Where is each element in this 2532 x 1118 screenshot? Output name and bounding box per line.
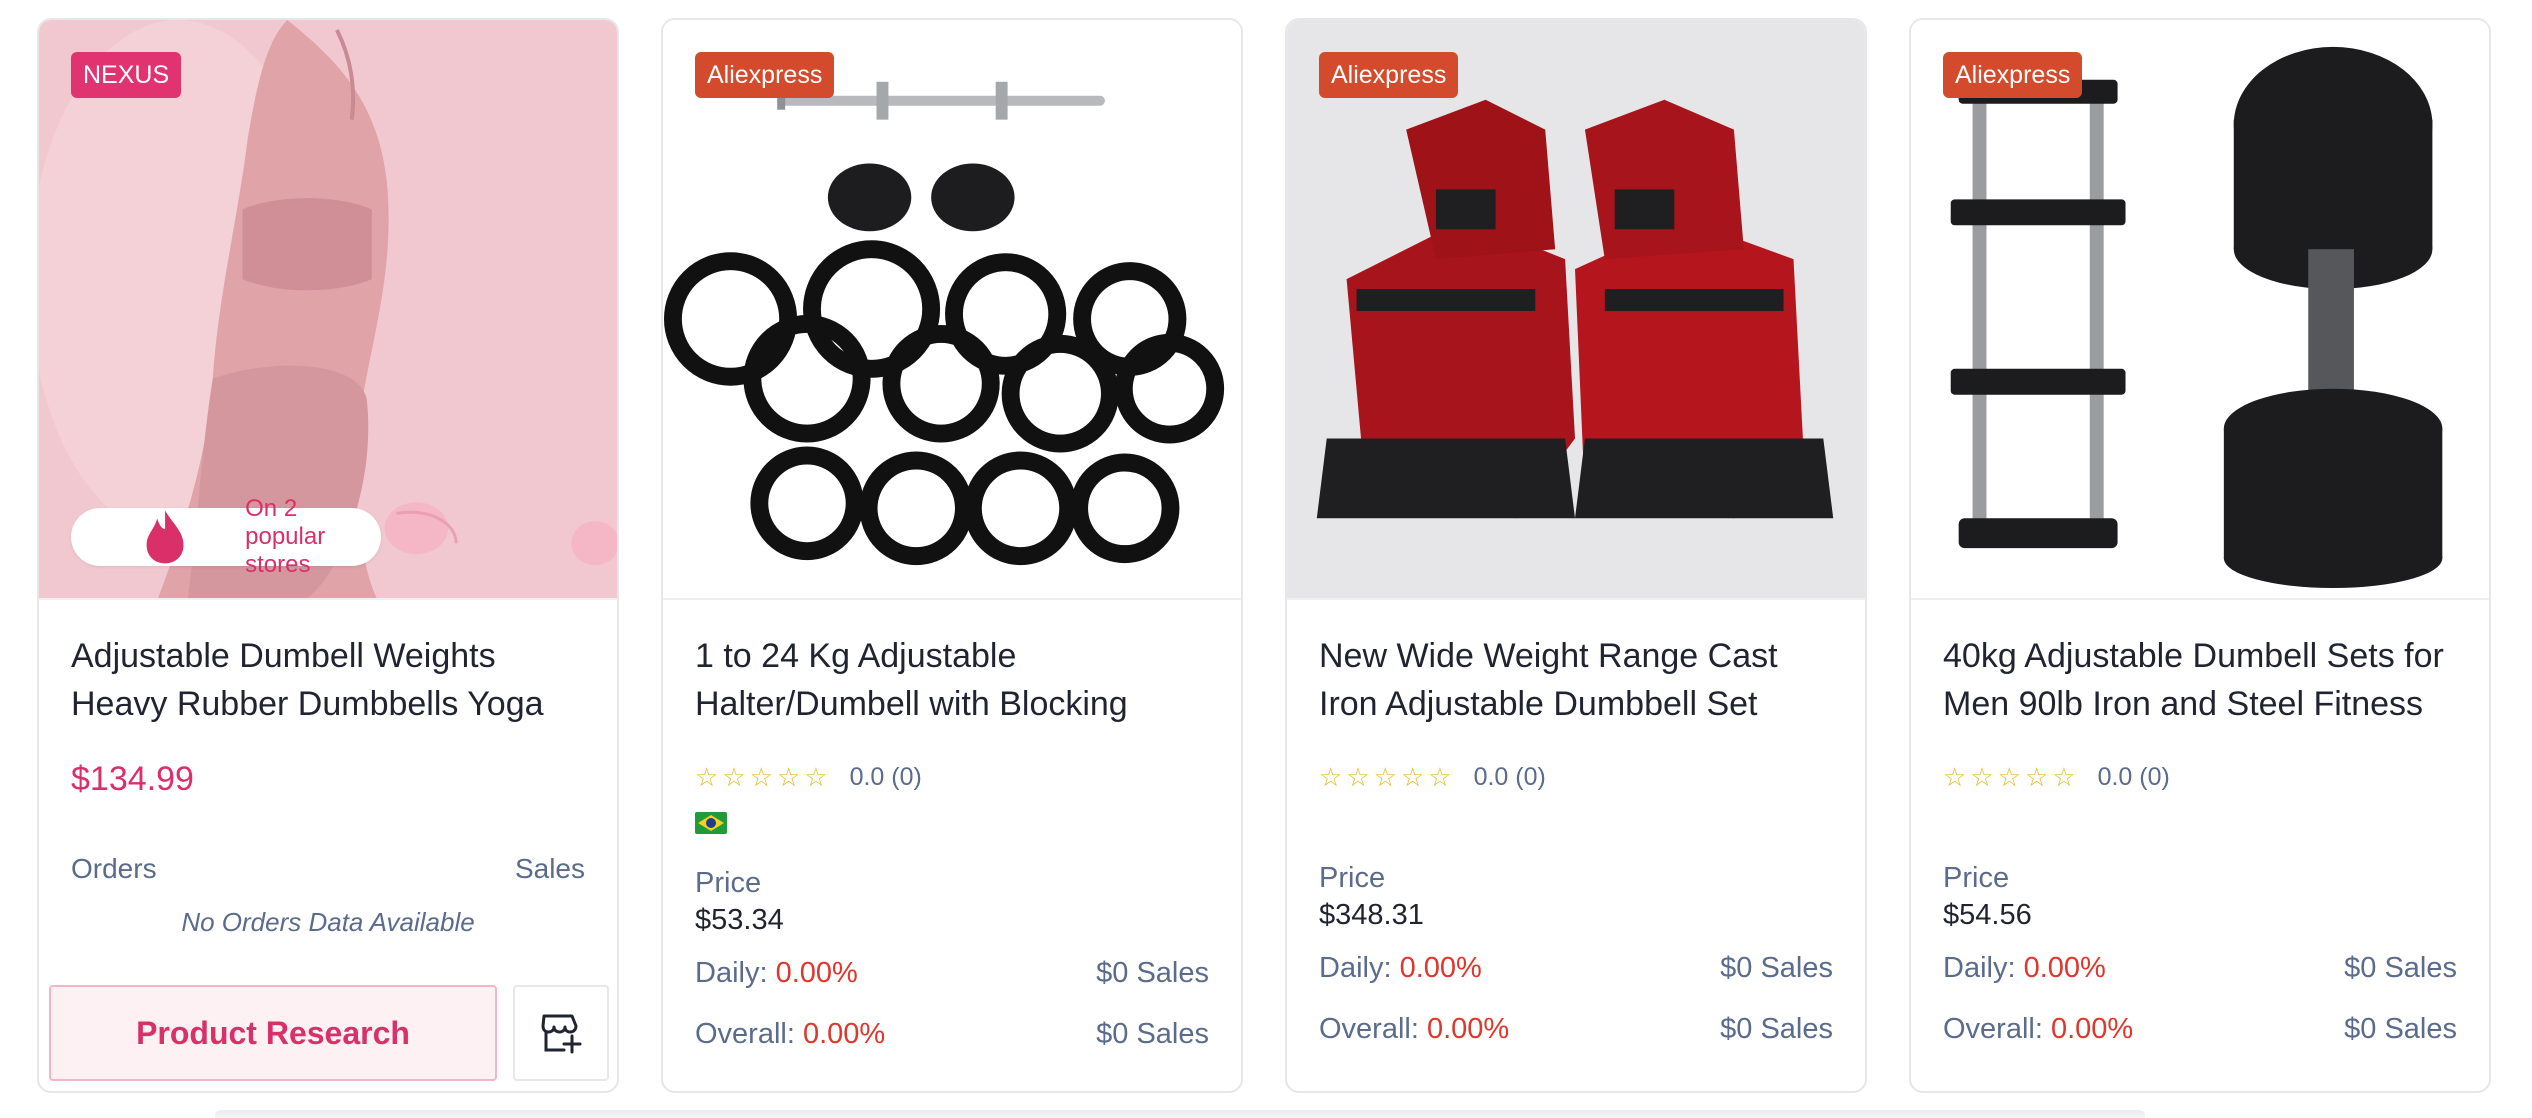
daily-sales: $0 Sales <box>1096 957 1209 989</box>
product-title[interactable]: 40kg Adjustable Dumbell Sets for Men 90l… <box>1943 632 2457 728</box>
flag-spacer <box>1319 812 1833 834</box>
daily-stats: Daily: 0.00% $0 Sales <box>1319 952 1833 985</box>
product-card[interactable]: Aliexpress 40kg Adjustable Dumbell Sets … <box>1909 18 2491 1093</box>
star-empty-icon: ☆ <box>695 762 719 792</box>
star-empty-icon: ☆ <box>1319 762 1343 792</box>
product-title[interactable]: 1 to 24 Kg Adjustable Halter/Dumbell wit… <box>695 632 1209 728</box>
product-grid: NEXUS On 2 popular stores Adjustable Dum… <box>37 18 2491 1093</box>
rating-value: 0.0 (0) <box>1473 762 1546 791</box>
rating-value: 0.0 (0) <box>849 762 922 791</box>
brazil-flag-icon <box>695 812 727 834</box>
product-card[interactable]: Aliexpress New Wide Weight Range Cast Ir… <box>1285 18 1867 1093</box>
product-image[interactable]: Aliexpress <box>1911 20 2489 600</box>
rating-value: 0.0 (0) <box>2097 762 2170 791</box>
product-card[interactable]: Aliexpress 1 to 24 Kg Adjustable Halter/… <box>661 18 1243 1093</box>
product-price: $134.99 <box>71 760 194 798</box>
daily-percent: 0.00% <box>2023 952 2106 984</box>
star-empty-icon: ☆ <box>749 762 773 792</box>
star-empty-icon: ☆ <box>1400 762 1425 792</box>
product-price: $53.34 <box>695 904 784 936</box>
price-label: Price <box>1319 862 1386 894</box>
rating-row: ☆ ☆ ☆ ☆ ☆ 0.0 (0) <box>1319 762 1833 792</box>
daily-sales: $0 Sales <box>2344 952 2457 984</box>
add-to-store-button[interactable] <box>513 985 609 1081</box>
star-empty-icon: ☆ <box>1346 762 1370 792</box>
overall-stats: Overall: 0.00% $0 Sales <box>1943 1013 2457 1046</box>
orders-label: Orders <box>71 853 157 884</box>
star-rating: ☆ ☆ ☆ ☆ ☆ <box>1943 764 2076 790</box>
orders-header: Orders Sales <box>71 853 585 885</box>
star-empty-icon: ☆ <box>2052 762 2076 792</box>
star-empty-icon: ☆ <box>1428 762 1452 792</box>
daily-label: Daily: <box>1943 952 2016 984</box>
popular-stores-pill[interactable]: On 2 popular stores <box>71 495 382 578</box>
star-empty-icon: ☆ <box>2024 762 2049 792</box>
scroll-shadow <box>215 1110 2145 1118</box>
price-label: Price <box>1943 862 2010 894</box>
store-add-icon <box>541 1014 582 1054</box>
star-empty-icon: ☆ <box>1373 762 1397 792</box>
star-rating: ☆ ☆ ☆ ☆ ☆ <box>695 764 828 790</box>
sales-label: Sales <box>514 853 585 884</box>
source-badge: Aliexpress <box>695 52 835 98</box>
overall-percent: 0.00% <box>802 1018 886 1050</box>
source-badge: Aliexpress <box>1319 52 1459 98</box>
star-rating: ☆ ☆ ☆ ☆ ☆ <box>1319 764 1452 790</box>
product-image[interactable]: Aliexpress <box>663 20 1241 600</box>
overall-stats: Overall: 0.00% $0 Sales <box>695 1018 1209 1051</box>
daily-sales: $0 Sales <box>1720 952 1833 984</box>
daily-percent: 0.00% <box>775 957 858 989</box>
product-research-button[interactable]: Product Research <box>49 985 497 1081</box>
product-title[interactable]: New Wide Weight Range Cast Iron Adjustab… <box>1319 632 1833 728</box>
star-empty-icon: ☆ <box>1970 762 1994 792</box>
flag-spacer <box>1943 812 2457 834</box>
daily-stats: Daily: 0.00% $0 Sales <box>1943 952 2457 985</box>
overall-stats: Overall: 0.00% $0 Sales <box>1319 1013 1833 1046</box>
daily-percent: 0.00% <box>1399 952 1482 984</box>
product-price: $348.31 <box>1319 899 1424 931</box>
overall-sales: $0 Sales <box>1096 1018 1209 1050</box>
overall-sales: $0 Sales <box>2344 1013 2457 1045</box>
star-empty-icon: ☆ <box>776 762 801 792</box>
rating-row: ☆ ☆ ☆ ☆ ☆ 0.0 (0) <box>695 762 1209 792</box>
flame-icon <box>146 510 184 564</box>
star-empty-icon: ☆ <box>1943 762 1967 792</box>
overall-label: Overall: <box>695 1018 795 1050</box>
daily-label: Daily: <box>695 957 768 989</box>
product-price: $54.56 <box>1943 899 2032 931</box>
source-badge: NEXUS <box>71 52 182 98</box>
overall-label: Overall: <box>1319 1013 1419 1045</box>
product-title[interactable]: Adjustable Dumbell Weights Heavy Rubber … <box>71 632 585 728</box>
source-badge: Aliexpress <box>1943 52 2083 98</box>
overall-sales: $0 Sales <box>1720 1013 1833 1045</box>
overall-percent: 0.00% <box>2050 1013 2134 1045</box>
star-empty-icon: ☆ <box>1997 762 2021 792</box>
price-label: Price <box>695 867 762 899</box>
product-image[interactable]: NEXUS On 2 popular stores <box>39 20 617 600</box>
no-orders-message: No Orders Data Available <box>181 907 475 937</box>
star-empty-icon: ☆ <box>722 762 746 792</box>
overall-percent: 0.00% <box>1426 1013 1510 1045</box>
card-actions: Product Research <box>49 985 609 1081</box>
daily-stats: Daily: 0.00% $0 Sales <box>695 957 1209 990</box>
product-card[interactable]: NEXUS On 2 popular stores Adjustable Dum… <box>37 18 619 1093</box>
product-image[interactable]: Aliexpress <box>1287 20 1865 600</box>
daily-label: Daily: <box>1319 952 1392 984</box>
overall-label: Overall: <box>1943 1013 2043 1045</box>
star-empty-icon: ☆ <box>804 762 828 792</box>
rating-row: ☆ ☆ ☆ ☆ ☆ 0.0 (0) <box>1943 762 2457 792</box>
popular-stores-text: On 2 popular stores <box>245 495 326 578</box>
